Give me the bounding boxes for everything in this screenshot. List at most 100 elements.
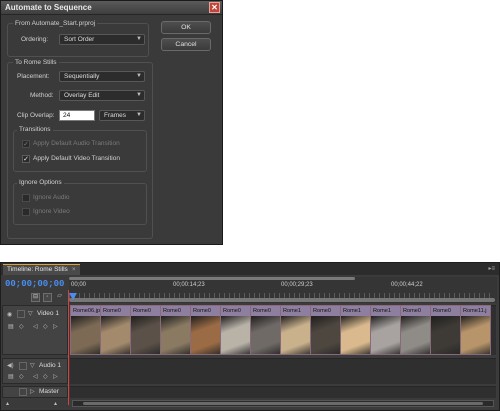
zoom-out-icon[interactable]: ▴	[6, 400, 9, 407]
timeline-clip[interactable]: Rome0	[100, 305, 131, 355]
prev-keyframe-icon[interactable]: ◁	[33, 373, 38, 380]
chevron-down-icon: ▼	[136, 36, 142, 42]
automate-to-sequence-dialog: Automate to Sequence ✕ From Automate_Sta…	[0, 0, 223, 245]
lock-icon[interactable]	[17, 310, 25, 318]
expand-triangle-icon[interactable]: ▽	[30, 362, 35, 369]
playhead-icon[interactable]	[69, 293, 77, 300]
video1-track-header: ◉ ▽ Video 1 ▤ ◇ ◁ ◇ ▷	[2, 305, 68, 355]
next-keyframe-icon[interactable]: ▷	[53, 323, 58, 330]
clip-label: Rome0	[431, 306, 460, 316]
timeline-clip[interactable]: Rome0	[400, 305, 431, 355]
video-transition-checkbox[interactable]: ✓	[22, 155, 30, 163]
timeline-clip[interactable]: Rome0	[250, 305, 281, 355]
lock-icon[interactable]	[19, 362, 27, 370]
placement-value: Sequentially	[64, 73, 100, 80]
ok-button[interactable]: OK	[161, 21, 211, 34]
horizontal-scrollbar[interactable]	[72, 400, 494, 407]
timeline-clip[interactable]: Rome0	[430, 305, 461, 355]
cancel-button[interactable]: Cancel	[161, 38, 211, 51]
ignore-audio-checkbox[interactable]	[22, 194, 30, 202]
clip-label: Rome0	[251, 306, 280, 316]
next-keyframe-icon[interactable]: ▷	[53, 373, 58, 380]
marker-icon[interactable]: ◦	[43, 293, 52, 302]
timeline-clip[interactable]: Rome0	[190, 305, 221, 355]
expand-triangle-icon[interactable]: ▷	[30, 388, 35, 395]
audio1-track-lane[interactable]	[70, 358, 496, 384]
clip-thumbnail	[461, 316, 490, 354]
add-keyframe-icon[interactable]: ◇	[43, 373, 48, 380]
timeline-clip[interactable]: Rome1	[340, 305, 371, 355]
playhead-line	[68, 290, 69, 405]
clip-label: Rome1	[341, 306, 370, 316]
lock-icon[interactable]	[19, 388, 27, 396]
timeline-clip[interactable]: Rome0	[310, 305, 341, 355]
clip-label: Rome0	[161, 306, 190, 316]
show-keyframes-icon[interactable]: ◇	[19, 373, 24, 380]
close-icon[interactable]: ✕	[209, 2, 220, 13]
current-timecode[interactable]: 00;00;00;00	[5, 279, 64, 289]
snap-icon[interactable]: ⊟	[31, 293, 40, 302]
zoom-slider[interactable]: ▴ ▴	[2, 400, 68, 408]
display-style-icon[interactable]: ▤	[8, 373, 14, 380]
add-keyframe-icon[interactable]: ◇	[43, 323, 48, 330]
timeline-clip[interactable]: Rome0	[130, 305, 161, 355]
audio1-track-name: Audio 1	[39, 362, 62, 369]
expand-triangle-icon[interactable]: ▽	[28, 310, 33, 317]
clip-label: Rome0	[221, 306, 250, 316]
clip-label: Rome0	[311, 306, 340, 316]
master-track-lane[interactable]	[70, 386, 496, 398]
clip-overlap-input[interactable]: 24	[59, 110, 95, 121]
clip-label: Rome1	[371, 306, 400, 316]
clip-thumbnail	[251, 316, 280, 354]
video-transition-label: Apply Default Video Transition	[33, 155, 120, 162]
scrollbar-thumb[interactable]	[83, 402, 483, 405]
timeline-clip[interactable]: Rome11.j	[460, 305, 491, 355]
clip-thumbnail	[311, 316, 340, 354]
tab-timeline-rome-stills[interactable]: Timeline: Rome Stills ×	[3, 264, 80, 275]
timeline-clip[interactable]: Rome1	[280, 305, 311, 355]
clip-thumbnail	[341, 316, 370, 354]
clip-label: Rome0	[191, 306, 220, 316]
zoom-in-icon[interactable]: ▴	[54, 400, 57, 407]
display-style-icon[interactable]: ▤	[8, 323, 14, 330]
clip-overlap-unit-value: Frames	[104, 112, 127, 119]
placement-label: Placement:	[17, 73, 50, 80]
clip-overlap-label: Clip Overlap:	[17, 112, 55, 119]
show-keyframes-icon[interactable]: ◇	[19, 323, 24, 330]
to-group-label: To Rome Stills	[13, 59, 59, 66]
clip-thumbnail	[71, 316, 100, 354]
chevron-down-icon: ▼	[136, 73, 142, 79]
clip-label: Rome0	[131, 306, 160, 316]
clip-thumbnail	[131, 316, 160, 354]
audio-transition-label: Apply Default Audio Transition	[33, 140, 120, 147]
ignore-audio-label: Ignore Audio	[33, 194, 70, 201]
ignore-video-label: Ignore Video	[33, 208, 70, 215]
panel-menu-icon[interactable]: ▸≡	[488, 265, 495, 272]
audio-transition-checkbox[interactable]: ✓	[22, 140, 30, 148]
timeline-clip[interactable]: Rome0	[160, 305, 191, 355]
ruler-tick-label: 00;00;29;23	[281, 282, 313, 288]
dialog-body: From Automate_Start.prproj Ordering: Sor…	[3, 17, 220, 243]
timeline-clip[interactable]: Rome06.jp	[70, 305, 101, 355]
clip-overlap-unit-select[interactable]: Frames ▼	[99, 110, 145, 121]
ordering-select[interactable]: Sort Order ▼	[59, 34, 145, 45]
zoom-scrollbar[interactable]	[69, 277, 355, 280]
ordering-label: Ordering:	[21, 36, 49, 43]
method-select[interactable]: Overlay Edit ▼	[59, 90, 145, 101]
work-area-bar[interactable]	[69, 298, 495, 302]
master-track-name: Master	[39, 388, 59, 395]
keyframe-icon[interactable]: ▱	[55, 293, 64, 302]
clip-thumbnail	[161, 316, 190, 354]
time-ruler[interactable]: 00;00 00;00:14;23 00;00;29;23 00;00;44;2…	[69, 277, 497, 303]
tab-close-icon[interactable]: ×	[72, 266, 76, 273]
dialog-titlebar[interactable]: Automate to Sequence ✕	[1, 1, 222, 15]
eye-icon[interactable]: ◉	[7, 311, 12, 318]
prev-keyframe-icon[interactable]: ◁	[33, 323, 38, 330]
placement-select[interactable]: Sequentially ▼	[59, 71, 145, 82]
ignore-video-checkbox[interactable]	[22, 208, 30, 216]
speaker-icon[interactable]: ◀)	[7, 362, 14, 369]
timeline-clip[interactable]: Rome0	[220, 305, 251, 355]
timeline-clip[interactable]: Rome1	[370, 305, 401, 355]
clip-thumbnail	[281, 316, 310, 354]
method-label: Method:	[30, 92, 54, 99]
